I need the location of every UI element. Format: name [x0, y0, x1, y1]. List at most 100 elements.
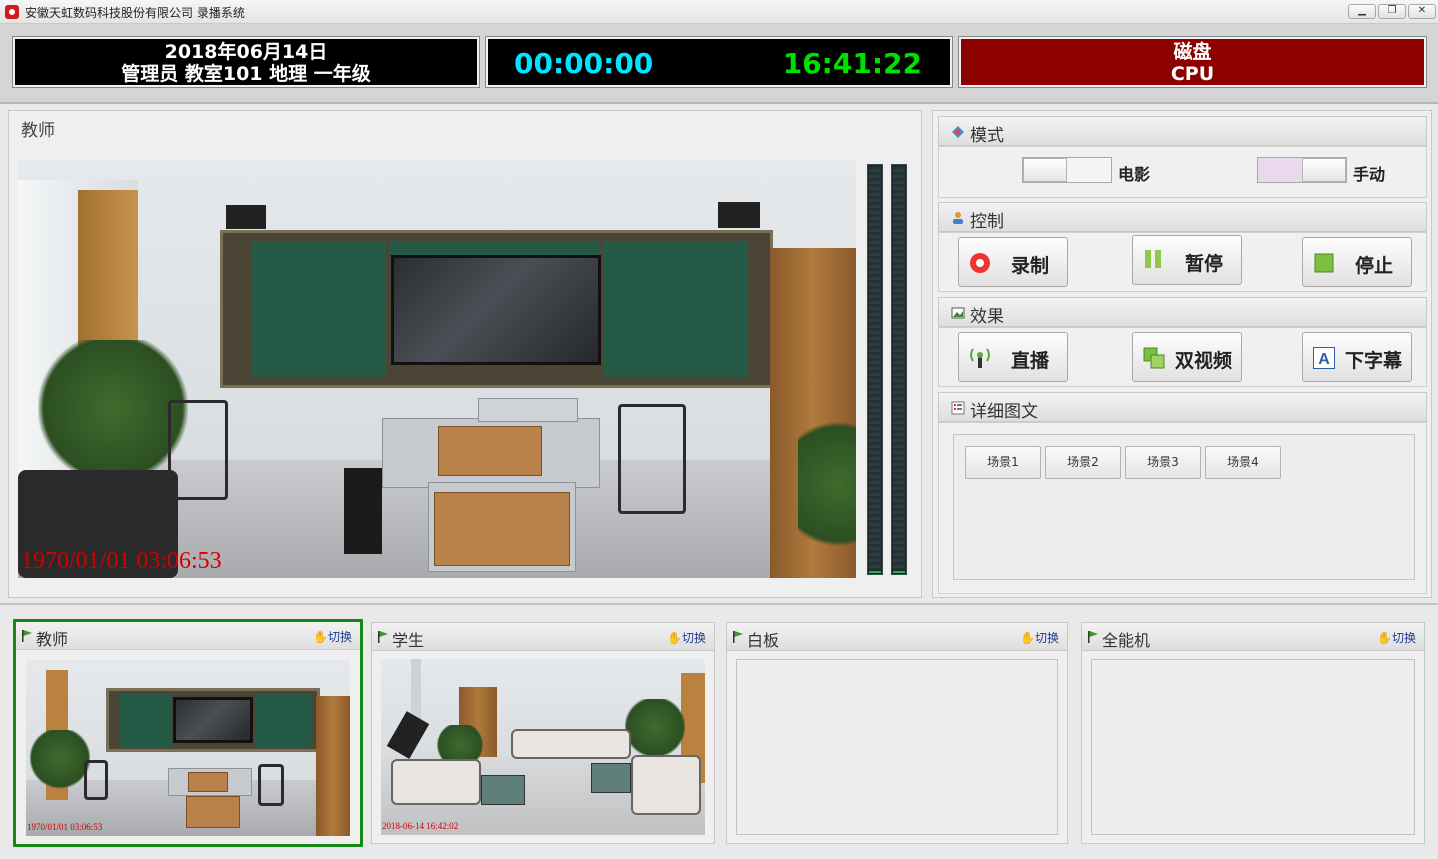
thumbnail-teacher-timestamp: 1970/01/01 03:06:53: [27, 822, 103, 832]
title-bar: 安徽天虹数码科技股份有限公司 录播系统 ▁ ❐ ✕: [0, 0, 1438, 24]
main-view-title: 教师: [21, 121, 55, 141]
hand-icon: ✋: [1020, 631, 1035, 645]
list-icon: [951, 401, 965, 415]
clock: 16:41:22: [782, 47, 922, 80]
broadcast-icon: [970, 348, 990, 368]
control-section-header: 控制: [938, 202, 1427, 232]
thumbnail-student-title: 学生: [392, 631, 425, 650]
audio-meter-left: [867, 164, 883, 575]
record-label: 录制: [1011, 255, 1050, 277]
details-title: 详细图文: [970, 402, 1038, 422]
status-strip: 2018年06月14日 管理员 教室101 地理 一年级 00:00:00 16…: [0, 24, 1438, 104]
restore-button[interactable]: ❐: [1378, 4, 1406, 19]
manual-toggle[interactable]: [1257, 157, 1347, 183]
minimize-button[interactable]: ▁: [1348, 4, 1376, 19]
thumbnail-student-switch[interactable]: ✋切换: [667, 629, 706, 646]
restore-icon: ❐: [1387, 5, 1397, 16]
class-info-text: 管理员 教室101 地理 一年级: [121, 63, 371, 85]
thumbnail-all-in-one-header: 全能机 ✋切换: [1082, 623, 1424, 651]
thumbnail-all-in-one-switch[interactable]: ✋切换: [1377, 629, 1416, 646]
window-title: 安徽天虹数码科技股份有限公司 录播系统: [25, 6, 245, 20]
movie-toggle[interactable]: [1022, 157, 1112, 183]
scene-button-4[interactable]: 场景4: [1205, 446, 1281, 479]
record-button[interactable]: 录制: [958, 237, 1068, 287]
subtitle-label: 下字幕: [1345, 350, 1403, 372]
details-section-header: 详细图文: [938, 392, 1427, 422]
movie-label: 电影: [1118, 165, 1151, 184]
timer-box: 00:00:00 16:41:22: [485, 36, 953, 88]
thumbnail-all-in-one[interactable]: 全能机 ✋切换: [1081, 622, 1425, 844]
stop-label: 停止: [1355, 255, 1394, 277]
thumbnail-whiteboard[interactable]: 白板 ✋切换: [726, 622, 1068, 844]
hand-icon: ✋: [1377, 631, 1392, 645]
scene-button-1[interactable]: 场景1: [965, 446, 1041, 479]
live-button[interactable]: 直播: [958, 332, 1068, 382]
thumbnail-all-in-one-video[interactable]: [1091, 659, 1415, 835]
flag-icon: [1088, 631, 1098, 643]
main-video-timestamp: 1970/01/01 03:06:53: [21, 548, 222, 574]
live-label: 直播: [1011, 350, 1050, 372]
control-panel: 模式 电影 手动 控制 录制 暂停 停止 效果 直播 双视频 A 下字幕 详细图…: [932, 110, 1432, 598]
scene-button-3[interactable]: 场景3: [1125, 446, 1201, 479]
app-icon: [5, 5, 19, 19]
details-body: 场景1 场景2 场景3 场景4: [938, 422, 1427, 594]
user-icon: [953, 212, 963, 224]
thumbnail-student[interactable]: 学生 ✋切换 2018-06-14 16:42:02: [371, 622, 715, 844]
effects-title: 效果: [970, 307, 1004, 327]
thumbnail-student-timestamp: 2018-06-14 16:42:02: [382, 821, 459, 831]
mode-icon: [952, 126, 964, 138]
close-icon: ✕: [1417, 5, 1427, 16]
thumbnail-whiteboard-header: 白板 ✋切换: [727, 623, 1067, 651]
thumbnail-teacher-switch[interactable]: ✋切换: [313, 628, 352, 645]
thumbnail-teacher-header: 教师 ✋切换: [16, 622, 360, 650]
scene-list: 场景1 场景2 场景3 场景4: [953, 434, 1415, 580]
dual-video-button[interactable]: 双视频: [1132, 332, 1242, 382]
control-title: 控制: [970, 212, 1004, 232]
thumbnail-whiteboard-video[interactable]: [736, 659, 1058, 835]
effects-section-header: 效果: [938, 297, 1427, 327]
minimize-icon: ▁: [1358, 5, 1366, 16]
class-info-box: 2018年06月14日 管理员 教室101 地理 一年级: [12, 36, 480, 88]
mode-body: 电影 手动: [938, 146, 1427, 198]
subtitle-button[interactable]: A 下字幕: [1302, 332, 1412, 382]
thumbnail-teacher-title: 教师: [36, 630, 69, 649]
flag-icon: [378, 631, 388, 643]
dual-video-label: 双视频: [1175, 350, 1233, 372]
close-button[interactable]: ✕: [1408, 4, 1436, 19]
main-view-panel: 教师 1970/01/01 03:06:53: [8, 110, 922, 598]
mode-title: 模式: [970, 126, 1004, 146]
date-text: 2018年06月14日: [164, 41, 328, 63]
mode-section-header: 模式: [938, 116, 1427, 146]
flag-icon: [733, 631, 743, 643]
hand-icon: ✋: [313, 630, 328, 644]
record-icon: [970, 253, 990, 273]
text-icon: A: [1313, 347, 1335, 369]
disk-label: 磁盘: [1173, 41, 1212, 63]
thumbnail-teacher[interactable]: 教师 ✋切换 1970/01/01 03:06:53: [13, 619, 363, 847]
stop-icon: [1314, 253, 1334, 273]
thumbnail-teacher-video[interactable]: 1970/01/01 03:06:53: [26, 660, 350, 836]
cpu-label: CPU: [1170, 63, 1215, 85]
thumbnail-whiteboard-title: 白板: [747, 631, 780, 650]
svg-text:A: A: [1318, 351, 1330, 368]
dual-video-icon: [1143, 347, 1165, 369]
thumbnail-student-video[interactable]: 2018-06-14 16:42:02: [381, 659, 705, 835]
scene-button-2[interactable]: 场景2: [1045, 446, 1121, 479]
thumbnail-student-header: 学生 ✋切换: [372, 623, 714, 651]
hand-icon: ✋: [667, 631, 682, 645]
resource-alert-box: 磁盘 CPU: [958, 36, 1427, 88]
audio-meter-right: [891, 164, 907, 575]
thumbnail-whiteboard-switch[interactable]: ✋切换: [1020, 629, 1059, 646]
stop-button[interactable]: 停止: [1302, 237, 1412, 287]
effects-body: 直播 双视频 A 下字幕: [938, 327, 1427, 387]
flag-icon: [22, 630, 32, 642]
main-video[interactable]: 1970/01/01 03:06:53: [18, 160, 856, 578]
record-timer: 00:00:00: [514, 47, 654, 80]
manual-label: 手动: [1353, 165, 1386, 184]
thumbnail-all-in-one-title: 全能机: [1102, 631, 1151, 650]
pause-label: 暂停: [1185, 253, 1224, 275]
pause-icon: [1145, 250, 1161, 268]
pause-button[interactable]: 暂停: [1132, 235, 1242, 285]
image-icon: [951, 307, 965, 319]
control-body: 录制 暂停 停止: [938, 232, 1427, 292]
